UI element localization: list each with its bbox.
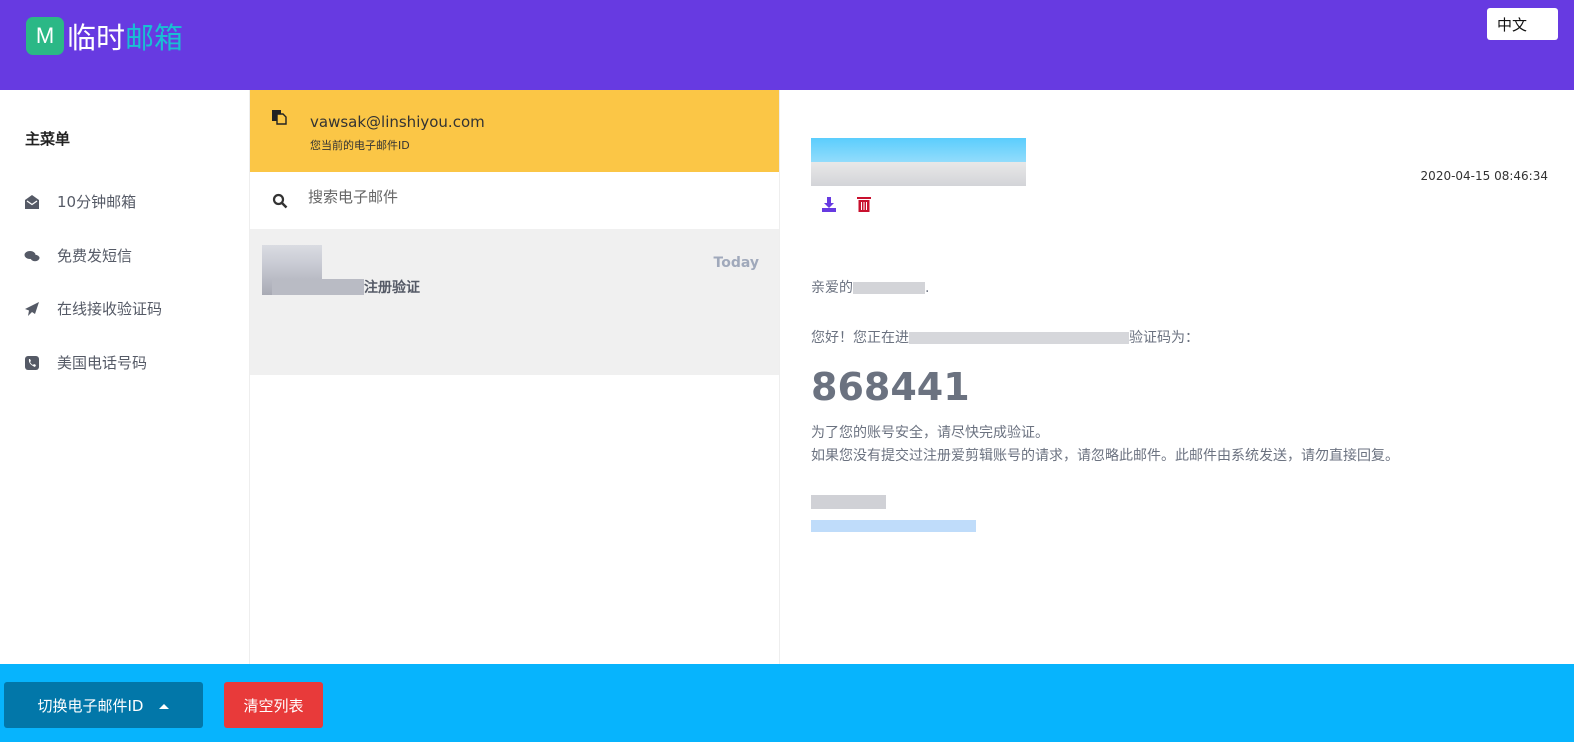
blurred-subject	[272, 279, 364, 295]
body-line-3: 如果您没有提交过注册爱剪辑账号的请求，请忽略此邮件。此邮件由系统发送，请勿直接回…	[811, 448, 1399, 464]
header: M 临时 邮箱 中文	[0, 0, 1574, 90]
copy-icon[interactable]	[271, 109, 287, 125]
blurred-text	[909, 332, 1129, 344]
greeting: 亲爱的.	[811, 280, 930, 296]
current-email: vawsak@linshiyou.com	[310, 113, 485, 131]
sidebar-item-receive-code[interactable]: 在线接收验证码	[24, 298, 162, 319]
blurred-sender-name	[811, 138, 1026, 162]
switch-email-button[interactable]: 切换电子邮件ID	[4, 682, 203, 728]
mail-date: Today	[713, 255, 759, 271]
current-email-caption: 您当前的电子邮件ID	[310, 139, 410, 152]
sidebar: 主菜单 10分钟邮箱 免费发短信 在线接收验证码 美国电话号码	[0, 90, 250, 664]
sidebar-item-10min-mail[interactable]: 10分钟邮箱	[24, 191, 136, 212]
envelope-open-icon	[25, 194, 39, 209]
search-icon	[272, 193, 288, 209]
sidebar-item-us-phone[interactable]: 美国电话号码	[24, 352, 147, 373]
paper-plane-icon	[25, 301, 39, 316]
logo[interactable]: M 临时 邮箱	[26, 15, 183, 57]
verification-code: 868441	[811, 365, 970, 409]
search-input[interactable]	[308, 188, 748, 206]
mail-reader: 2020-04-15 08:46:34 亲爱的. 您好！您正在进 验证码为： 86…	[781, 90, 1574, 664]
current-email-box[interactable]: vawsak@linshiyou.com 您当前的电子邮件ID	[250, 90, 779, 172]
logo-text-2: 邮箱	[125, 21, 184, 55]
search-bar	[250, 172, 779, 229]
sidebar-item-free-sms[interactable]: 免费发短信	[24, 245, 132, 266]
download-icon[interactable]	[821, 196, 837, 212]
trash-icon[interactable]	[857, 196, 871, 212]
blurred-link	[811, 520, 976, 532]
logo-mark: M	[26, 17, 64, 55]
logo-text-1: 临时	[67, 21, 126, 55]
blurred-name	[853, 282, 925, 294]
sidebar-item-label: 在线接收验证码	[57, 300, 163, 318]
footer: 切换电子邮件ID 清空列表	[0, 664, 1574, 742]
menu-title: 主菜单	[25, 130, 71, 148]
blurred-sender-address	[811, 162, 1026, 186]
caret-up-icon	[159, 703, 170, 709]
clear-list-button[interactable]: 清空列表	[224, 682, 323, 728]
phone-square-icon	[25, 355, 39, 370]
language-select[interactable]: 中文	[1487, 8, 1558, 40]
mail-subject: 注册验证	[364, 280, 420, 296]
mail-list-item[interactable]: 注册验证 Today	[250, 229, 779, 375]
sidebar-item-label: 10分钟邮箱	[57, 193, 137, 211]
mail-datetime: 2020-04-15 08:46:34	[1420, 169, 1548, 183]
body-line-1: 您好！您正在进 验证码为：	[811, 330, 1199, 346]
comments-icon	[24, 250, 40, 261]
mail-list-panel: vawsak@linshiyou.com 您当前的电子邮件ID 注册验证 Tod…	[250, 90, 780, 664]
sidebar-item-label: 美国电话号码	[57, 354, 148, 372]
body-line-2: 为了您的账号安全，请尽快完成验证。	[811, 425, 1049, 441]
sidebar-item-label: 免费发短信	[57, 247, 133, 265]
blurred-signature	[811, 495, 886, 509]
